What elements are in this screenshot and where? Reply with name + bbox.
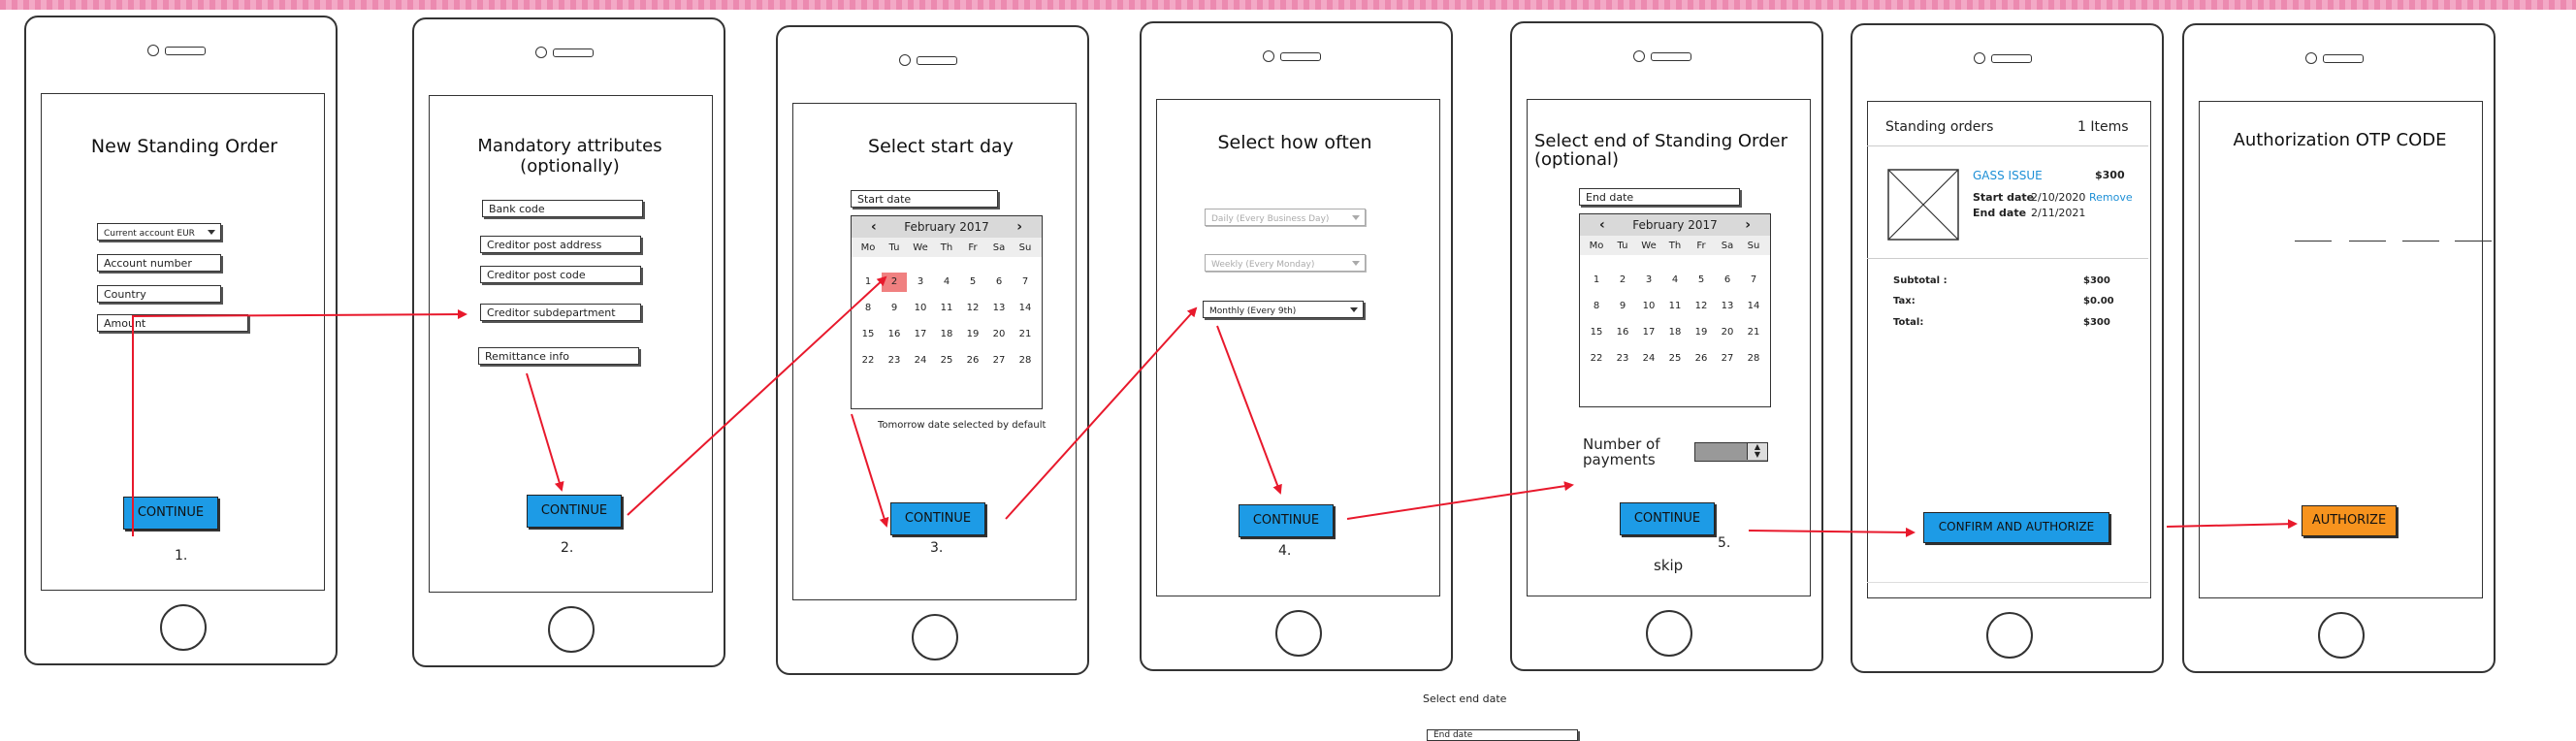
flow-arrow-5	[1748, 527, 1916, 537]
flow-arrow-3b	[1005, 306, 1198, 520]
flow-arrow-3a	[851, 413, 889, 528]
flow-arrow-4a	[1216, 325, 1282, 495]
flow-arrows	[132, 275, 2298, 537]
flow-arrow-6	[2166, 519, 2298, 530]
flow-arrow-2b	[627, 275, 887, 516]
flow-arrow-4b	[1346, 481, 1574, 520]
flow-arrow-1	[132, 309, 467, 536]
flow-arrow-2a	[526, 372, 564, 492]
